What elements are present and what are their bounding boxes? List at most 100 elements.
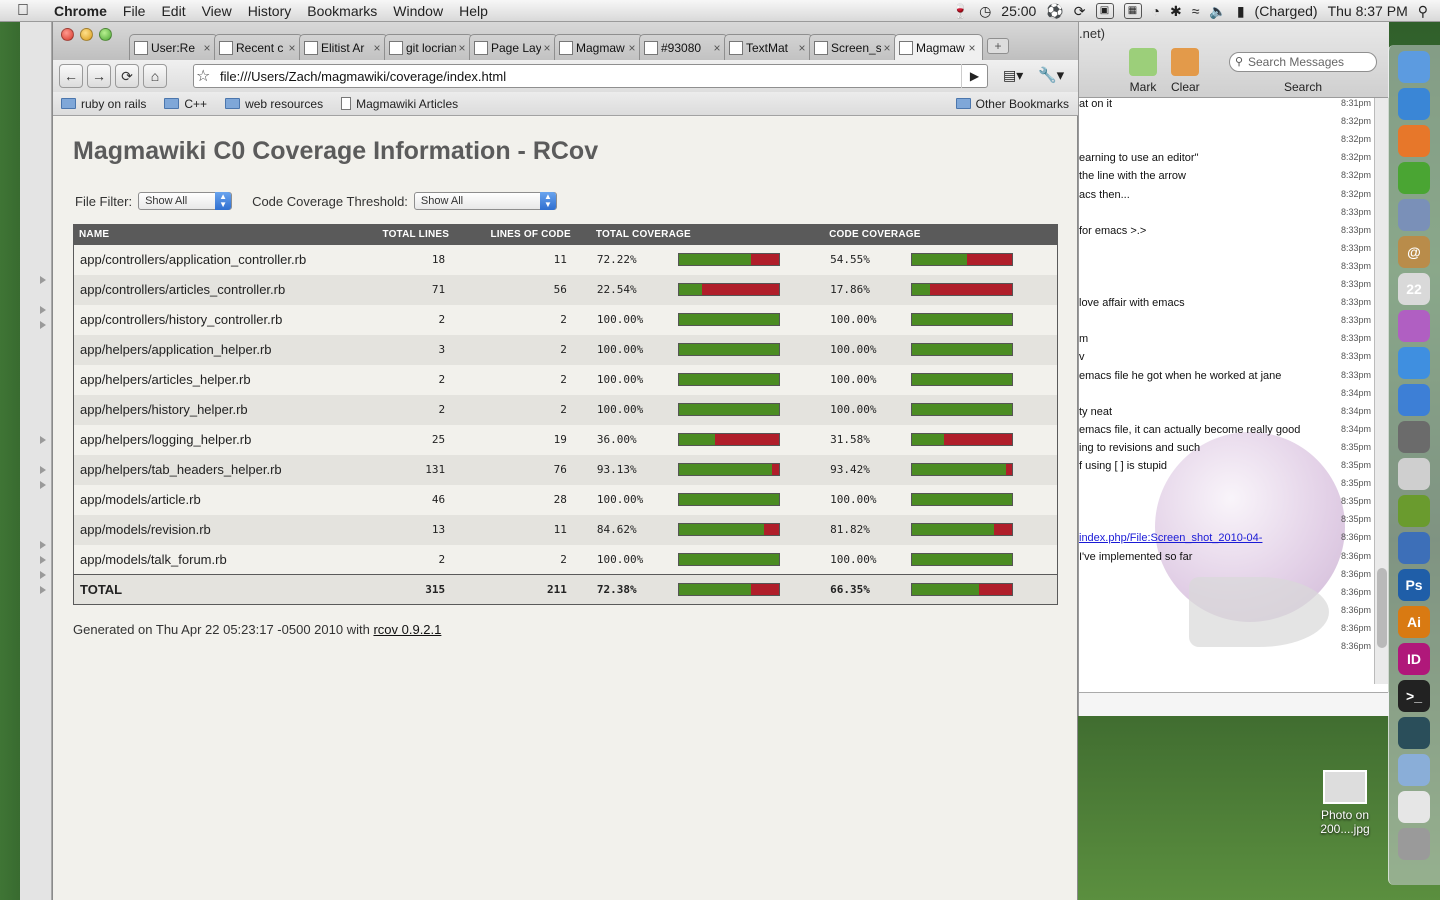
zoom-window-button[interactable] [99,28,112,41]
bookmark-cpp[interactable]: C++ [164,97,207,111]
textmate-icon[interactable] [1398,495,1430,527]
close-tab-icon[interactable]: × [966,41,978,55]
close-tab-icon[interactable]: × [371,41,383,55]
file-name[interactable]: app/models/article.rb [73,484,368,515]
other-bookmarks[interactable]: Other Bookmarks [955,97,1069,111]
file-name[interactable]: app/models/talk_forum.rb [73,544,368,575]
bookmark-web-resources[interactable]: web resources [225,97,323,111]
bookmark-star-icon[interactable]: ☆ [196,66,210,86]
tab-0[interactable]: User:Re × [129,34,218,60]
disclosure-triangle-icon[interactable] [40,556,46,564]
disclosure-triangle-icon[interactable] [40,571,46,579]
indesign-icon[interactable]: ID [1398,643,1430,675]
timer-readout[interactable]: 25:00 [1001,3,1036,19]
col-code-coverage[interactable]: CODE COVERAGE [824,224,1058,245]
home-button[interactable]: ⌂ [143,64,167,88]
finder-icon[interactable] [1398,51,1430,83]
file-name[interactable]: app/controllers/application_controller.r… [73,244,368,275]
tab-3[interactable]: git locriani × [384,34,473,60]
document-icon[interactable] [1398,791,1430,823]
xcode-icon[interactable] [1398,532,1430,564]
photoshop-icon[interactable]: Ps [1398,569,1430,601]
wine-glass-icon[interactable]: 🍷 [952,3,969,20]
tab-1[interactable]: Recent c × [214,34,303,60]
spotlight-icon[interactable]: ⚲ [1418,3,1428,20]
photo-icon[interactable] [1398,421,1430,453]
disclosure-triangle-icon[interactable] [40,276,46,284]
close-tab-icon[interactable]: × [796,41,808,55]
calendar-menu-icon[interactable]: ▦ [1123,3,1142,19]
timer-icon[interactable]: ◷ [979,3,991,20]
clear-button[interactable]: Clear [1171,48,1200,94]
scroll-thumb[interactable] [1377,568,1387,648]
calendar-icon[interactable]: 22 [1398,273,1430,305]
tab-7[interactable]: TextMat × [724,34,813,60]
menu-file[interactable]: File [115,0,154,22]
battery-status[interactable]: (Charged) [1255,3,1318,19]
close-tab-icon[interactable]: × [286,41,298,55]
music-icon[interactable] [1398,384,1430,416]
file-name[interactable]: app/controllers/history_controller.rb [73,304,368,335]
monitor-icon[interactable]: ▣ [1095,3,1114,19]
volume-icon[interactable]: 🔈 [1209,3,1226,20]
tab-4[interactable]: Page Lay × [469,34,558,60]
close-tab-icon[interactable]: × [541,41,553,55]
rcov-link[interactable]: rcov 0.9.2.1 [373,622,441,637]
tab-6[interactable]: #93080 × [639,34,728,60]
col-total-lines[interactable]: TOTAL LINES [367,224,470,245]
file-name[interactable]: app/models/revision.rb [73,514,368,545]
bookmark-ruby-on-rails[interactable]: ruby on rails [61,97,146,111]
search-messages-input[interactable]: ⚲ Search Messages [1229,52,1377,72]
disclosure-triangle-icon[interactable] [40,586,46,594]
firefox-icon[interactable] [1398,125,1430,157]
menu-help[interactable]: Help [451,0,496,22]
disclosure-triangle-icon[interactable] [40,436,46,444]
activity-monitor-icon[interactable] [1398,717,1430,749]
menu-history[interactable]: History [240,0,300,22]
time-machine-icon[interactable]: ◔ [1152,3,1160,19]
disclosure-triangle-icon[interactable] [40,466,46,474]
menu-view[interactable]: View [194,0,240,22]
go-button[interactable]: ▶ [961,64,987,88]
col-lines-of-code[interactable]: LINES OF CODE [469,224,591,245]
close-tab-icon[interactable]: × [881,41,893,55]
close-tab-icon[interactable]: × [201,41,213,55]
close-window-button[interactable] [61,28,74,41]
sync-icon[interactable]: ⟳ [1074,3,1086,20]
wifi-icon[interactable]: ≈ [1192,3,1200,19]
tab-8[interactable]: Screen_s × [809,34,898,60]
folder-icon[interactable] [1398,754,1430,786]
apple-menu-icon[interactable]:  [0,2,46,20]
chrome-icon[interactable] [1398,162,1430,194]
chat-scrollbar[interactable] [1374,98,1388,684]
trash-icon[interactable] [1398,828,1430,860]
menu-edit[interactable]: Edit [153,0,193,22]
close-tab-icon[interactable]: × [626,41,638,55]
bluetooth-icon[interactable]: ✱ [1170,3,1182,20]
url-input[interactable] [220,67,950,85]
disclosure-triangle-icon[interactable] [40,481,46,489]
mark-button[interactable]: Mark [1129,48,1157,94]
wrench-menu-icon[interactable]: 🔧▾ [1038,66,1064,84]
terminal-icon[interactable]: >_ [1398,680,1430,712]
file-name[interactable]: app/controllers/articles_controller.rb [73,274,368,305]
file-name[interactable]: app/helpers/logging_helper.rb [73,424,368,455]
col-total-coverage[interactable]: TOTAL COVERAGE [590,224,825,245]
bookmark-magmawiki-articles[interactable]: Magmawiki Articles [341,97,458,111]
file-name[interactable]: app/helpers/articles_helper.rb [73,364,368,395]
file-name[interactable]: app/helpers/application_helper.rb [73,334,368,365]
menu-bookmarks[interactable]: Bookmarks [299,0,385,22]
back-button[interactable]: ← [59,64,83,88]
address-book-icon[interactable]: @ [1398,236,1430,268]
chat-link[interactable]: index.php/File:Screen_shot_2010-04- [1079,532,1329,544]
page-menu-icon[interactable]: ▤▾ [1003,67,1023,84]
clock[interactable]: Thu 8:37 PM [1328,3,1408,19]
tab-9[interactable]: Magmaw × [894,34,983,60]
minimize-window-button[interactable] [80,28,93,41]
tab-5[interactable]: Magmaw × [554,34,643,60]
illustrator-icon[interactable]: Ai [1398,606,1430,638]
disclosure-triangle-icon[interactable] [40,306,46,314]
threshold-select[interactable]: Show All ▲ ▼ [413,192,557,210]
file-filter-select[interactable]: Show All ▲ ▼ [138,192,233,210]
tab-2[interactable]: Elitist Ar × [299,34,388,60]
